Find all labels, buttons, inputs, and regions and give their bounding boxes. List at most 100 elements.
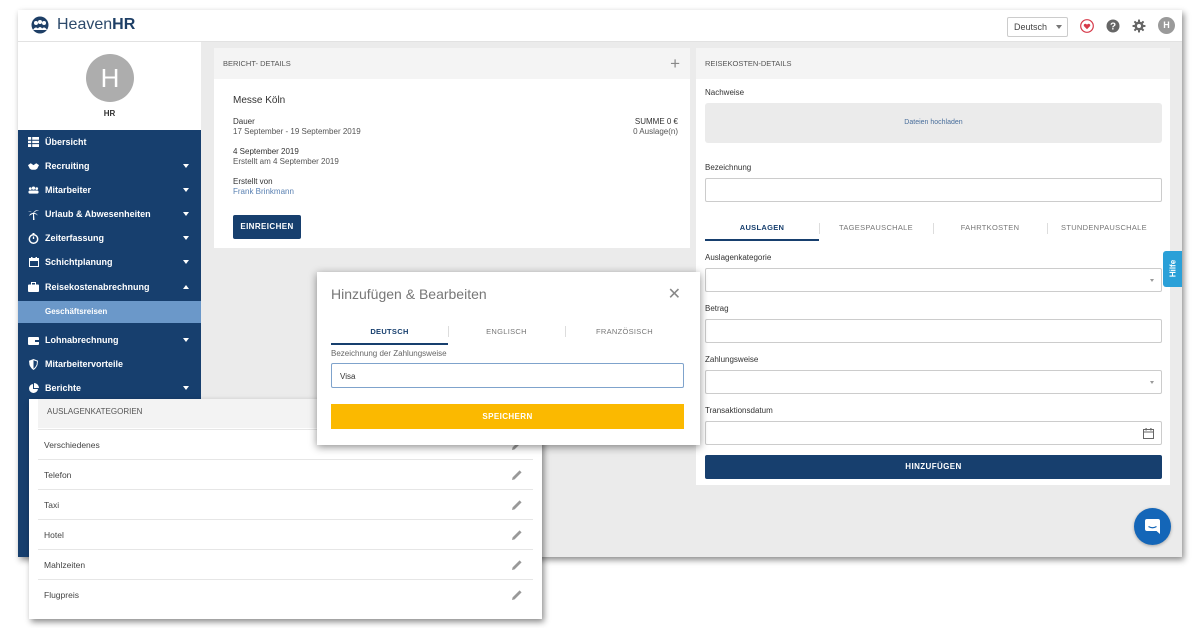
chat-icon (1145, 519, 1160, 534)
category-row: Mahlzeiten (38, 549, 533, 579)
top-bar: HeavenHR Deutsch ? H (18, 10, 1182, 42)
tab-tagespauschale[interactable]: TAGESPAUSCHALE (819, 223, 933, 232)
category-name: Verschiedenes (44, 440, 100, 450)
team-icon (28, 185, 39, 196)
sidebar-item-reisekostenabrechnung[interactable]: Reisekostenabrechnung (18, 275, 201, 299)
add-edit-modal: Hinzufügen & Bearbeiten ✕ DEUTSCH ENGLIS… (317, 272, 700, 445)
sidebar-subitem-geschaeftsreisen[interactable]: Geschäftsreisen (18, 301, 201, 323)
language-select-value: Deutsch (1014, 22, 1048, 32)
add-button[interactable]: HINZUFÜGEN (705, 455, 1162, 479)
tab-auslagen[interactable]: AUSLAGEN (705, 223, 819, 232)
sidebar-item-label: Mitarbeiter (45, 185, 92, 195)
chevron-down-icon (183, 212, 189, 216)
chat-launcher-button[interactable] (1134, 508, 1171, 545)
sidebar-profile: H HR (18, 42, 201, 130)
gear-icon[interactable] (1132, 19, 1146, 33)
sidebar-item-uebersicht[interactable]: Übersicht (18, 130, 201, 154)
calendar-icon[interactable] (1143, 428, 1154, 439)
payment-method-value: Visa (340, 372, 356, 381)
brand-name: HeavenHR (57, 16, 135, 34)
help-tab-label: Hilfe (1168, 259, 1178, 278)
upload-dropzone[interactable]: Dateien hochladen (705, 103, 1162, 143)
plus-icon[interactable]: + (670, 55, 680, 72)
report-title: Messe Köln (233, 95, 286, 106)
tab-franzoesisch[interactable]: FRANZÖSISCH (565, 327, 684, 336)
tab-stundenpauschale[interactable]: STUNDENPAUSCHALE (1047, 223, 1161, 232)
wallet-icon (28, 335, 39, 346)
designation-field[interactable] (705, 178, 1162, 202)
active-tab-indicator (331, 343, 448, 345)
transaction-date-field[interactable] (705, 421, 1162, 445)
receipts-label: Nachweise (705, 88, 745, 97)
duration-label: Dauer (233, 117, 255, 126)
sidebar-item-label: Lohnabrechnung (45, 335, 119, 345)
chevron-down-icon (183, 386, 189, 390)
tab-fahrtkosten[interactable]: FAHRTKOSTEN (933, 223, 1047, 232)
report-sum: SUMME 0 € (634, 117, 678, 126)
category-row: Telefon (38, 459, 533, 489)
pencil-icon[interactable] (511, 589, 523, 601)
pencil-icon[interactable] (511, 529, 523, 541)
category-label: Auslagenkategorie (705, 253, 772, 262)
chevron-down-icon (1150, 279, 1154, 282)
pencil-icon[interactable] (511, 469, 523, 481)
help-tab[interactable]: Hilfe (1163, 251, 1182, 287)
sidebar-item-zeiterfassung[interactable]: Zeiterfassung (18, 226, 201, 250)
tab-englisch[interactable]: ENGLISCH (448, 327, 565, 336)
language-select[interactable]: Deutsch (1007, 17, 1068, 37)
chevron-down-icon (1056, 25, 1062, 29)
payment-method-input[interactable]: Visa (331, 363, 684, 388)
sidebar-item-recruiting[interactable]: Recruiting (18, 154, 201, 178)
pencil-icon[interactable] (511, 559, 523, 571)
payment-method-label: Bezeichnung der Zahlungsweise (331, 349, 447, 358)
category-row: Flugpreis (38, 579, 533, 609)
expense-count: 0 Auslage(n) (633, 127, 678, 136)
upload-link[interactable]: Dateien hochladen (705, 119, 1162, 126)
amount-field[interactable] (705, 319, 1162, 343)
brand-name-bold: HR (112, 16, 136, 33)
sidebar-item-urlaub[interactable]: Urlaub & Abwesenheiten (18, 202, 201, 226)
people-logo-icon (31, 16, 49, 34)
report-details-header: BERICHT- DETAILS + (214, 48, 690, 79)
submit-button[interactable]: EINREICHEN (233, 215, 301, 239)
save-button[interactable]: SPEICHERN (331, 404, 684, 429)
created-by-label: Erstellt von (233, 177, 273, 186)
palm-tree-icon (28, 209, 39, 220)
help-circle-icon[interactable]: ? (1106, 19, 1120, 33)
user-avatar[interactable]: H (86, 54, 134, 102)
active-tab-indicator (705, 239, 819, 241)
dashboard-icon (28, 137, 39, 148)
sidebar-item-label: Mitarbeitervorteile (45, 359, 124, 369)
tab-deutsch[interactable]: DEUTSCH (331, 327, 448, 336)
heart-icon[interactable] (1080, 19, 1094, 33)
category-row: Taxi (38, 489, 533, 519)
user-name: HR (103, 109, 116, 118)
sidebar-item-label: Übersicht (45, 137, 87, 147)
created-by-link[interactable]: Frank Brinkmann (233, 187, 294, 196)
sidebar-item-schichtplanung[interactable]: Schichtplanung (18, 250, 201, 274)
sidebar-item-label: Schichtplanung (45, 257, 113, 267)
chevron-up-icon (183, 285, 189, 289)
shield-icon (28, 358, 39, 370)
suitcase-icon (28, 282, 39, 293)
pencil-icon[interactable] (511, 499, 523, 511)
report-details-panel: BERICHT- DETAILS + Messe Köln Dauer 17 S… (214, 48, 690, 248)
close-icon[interactable]: ✕ (668, 284, 681, 304)
category-name: Telefon (44, 470, 72, 480)
tab-divider (448, 326, 449, 337)
sidebar-item-berichte[interactable]: Berichte (18, 376, 201, 400)
tab-divider (819, 223, 820, 234)
category-select[interactable] (705, 268, 1162, 292)
sidebar-item-mitarbeiter[interactable]: Mitarbeiter (18, 178, 201, 202)
user-avatar-small[interactable]: H (1158, 17, 1175, 34)
report-details-title: BERICHT- DETAILS (223, 59, 291, 68)
sidebar-item-lohnabrechnung[interactable]: Lohnabrechnung (18, 328, 201, 352)
brand-logo[interactable]: HeavenHR (27, 16, 135, 34)
category-name: Hotel (44, 530, 64, 540)
payment-select[interactable] (705, 370, 1162, 394)
designation-label: Bezeichnung (705, 163, 752, 172)
tab-divider (565, 326, 566, 337)
svg-text:?: ? (1110, 22, 1116, 33)
sidebar-item-mitarbeitervorteile[interactable]: Mitarbeitervorteile (18, 352, 201, 376)
travel-expense-panel: REISEKOSTEN-DETAILS Nachweise Dateien ho… (696, 48, 1170, 485)
